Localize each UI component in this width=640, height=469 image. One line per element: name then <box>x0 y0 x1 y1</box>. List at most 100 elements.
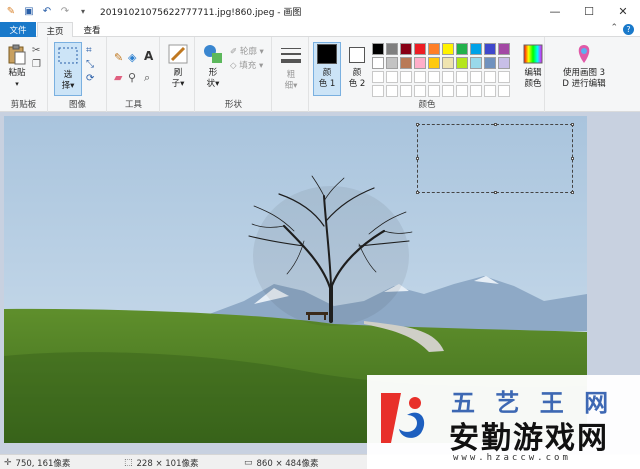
palette-color-swatch[interactable] <box>442 71 454 83</box>
color2-button[interactable]: 颜 色 2 <box>344 47 370 90</box>
palette-color-swatch[interactable] <box>372 85 384 97</box>
image-size: ▭ 860 × 484像素 <box>244 455 319 469</box>
palette-color-swatch[interactable] <box>372 57 384 69</box>
rotate-icon[interactable]: ⟳ <box>86 73 98 85</box>
palette-color-swatch[interactable] <box>428 43 440 55</box>
palette-color-swatch[interactable] <box>428 71 440 83</box>
color1-button[interactable]: 颜 色 1 <box>314 44 340 90</box>
palette-color-swatch[interactable] <box>386 57 398 69</box>
edit-colors-button[interactable]: 编辑 颜色 <box>520 43 546 90</box>
shapes-label-2: 状 <box>206 79 216 89</box>
selection-handle-bl[interactable] <box>416 191 419 194</box>
palette-color-swatch[interactable] <box>400 71 412 83</box>
palette-color-swatch[interactable] <box>470 57 482 69</box>
minimize-button[interactable]: — <box>538 0 572 22</box>
close-button[interactable]: ✕ <box>606 0 640 22</box>
palette-color-swatch[interactable] <box>498 57 510 69</box>
size-button[interactable]: 粗 细▾ <box>277 45 305 92</box>
palette-color-swatch[interactable] <box>470 43 482 55</box>
fill-bucket-icon[interactable]: ◈ <box>128 51 140 64</box>
palette-color-swatch[interactable] <box>428 85 440 97</box>
palette-color-swatch[interactable] <box>414 85 426 97</box>
redo-icon[interactable]: ↷ <box>58 4 72 18</box>
selection-handle-b[interactable] <box>494 191 497 194</box>
save-icon[interactable]: ▣ <box>22 4 36 18</box>
outline-button[interactable]: ✐ 轮廓 ▾ <box>230 45 264 57</box>
select-button[interactable]: 选 择▾ <box>55 45 81 92</box>
selection-size-icon: ⬚ <box>124 457 133 468</box>
select-label-2: 择 <box>61 81 71 91</box>
palette-color-swatch[interactable] <box>414 43 426 55</box>
cut-icon[interactable]: ✂ <box>32 45 44 57</box>
shapes-icon <box>204 45 222 63</box>
palette-color-swatch[interactable] <box>414 57 426 69</box>
palette-color-swatch[interactable] <box>442 85 454 97</box>
paste-icon <box>8 44 26 65</box>
palette-color-swatch[interactable] <box>428 57 440 69</box>
collapse-ribbon-icon[interactable]: ⌃ <box>610 23 618 33</box>
selection-handle-tl[interactable] <box>416 123 419 126</box>
text-tool-icon[interactable]: A <box>144 49 156 63</box>
paste-label: 粘贴 <box>8 68 26 78</box>
select-rectangle-icon <box>58 47 78 64</box>
copy-icon[interactable]: ❐ <box>32 59 44 71</box>
palette-color-swatch[interactable] <box>442 57 454 69</box>
palette-color-swatch[interactable] <box>386 71 398 83</box>
selection-handle-tr[interactable] <box>571 123 574 126</box>
select-label-1: 选 <box>63 70 73 80</box>
magnifier-icon[interactable]: ⌕ <box>144 71 156 84</box>
selection-handle-r[interactable] <box>571 157 574 160</box>
clipboard-group-label: 剪贴板 <box>10 100 37 110</box>
color-picker-icon[interactable]: ⚲ <box>128 71 140 84</box>
palette-color-swatch[interactable] <box>386 85 398 97</box>
palette-color-swatch[interactable] <box>400 85 412 97</box>
selection-rectangle[interactable] <box>416 123 574 194</box>
palette-color-swatch[interactable] <box>456 43 468 55</box>
edit-with-paint3d-button[interactable]: 使用画图 3 D 进行编辑 <box>554 43 614 90</box>
pencil-icon[interactable]: ✎ <box>114 51 126 64</box>
crop-icon[interactable]: ⌗ <box>86 45 98 57</box>
help-icon[interactable]: ? <box>623 24 634 35</box>
palette-color-swatch[interactable] <box>414 71 426 83</box>
selection-handle-l[interactable] <box>416 157 419 160</box>
colors-group: 颜 色 1 颜 色 2 编辑 颜色 颜色 <box>310 37 545 112</box>
palette-color-swatch[interactable] <box>498 85 510 97</box>
paint-app-icon[interactable]: ✎ <box>4 4 18 18</box>
palette-color-swatch[interactable] <box>456 57 468 69</box>
palette-color-swatch[interactable] <box>456 71 468 83</box>
cursor-position: ✛ 750, 161像素 <box>4 455 70 469</box>
color2-label-1: 颜 <box>352 68 362 78</box>
palette-color-swatch[interactable] <box>400 57 412 69</box>
palette-color-swatch[interactable] <box>484 43 496 55</box>
shapes-button[interactable]: 形 状▾ <box>200 43 226 90</box>
tab-home[interactable]: 主页 <box>37 22 73 38</box>
palette-color-swatch[interactable] <box>456 85 468 97</box>
palette-color-swatch[interactable] <box>372 71 384 83</box>
tab-view[interactable]: 查看 <box>76 22 108 38</box>
palette-color-swatch[interactable] <box>498 43 510 55</box>
eraser-icon[interactable]: ▰ <box>114 71 126 84</box>
paste-button[interactable]: 粘贴 ▾ <box>4 43 30 90</box>
palette-color-swatch[interactable] <box>498 71 510 83</box>
palette-color-swatch[interactable] <box>372 43 384 55</box>
palette-color-swatch[interactable] <box>400 43 412 55</box>
watermark-overlay: 五 艺 王 网 安勤游戏网 www.hzaccw.com <box>367 375 640 469</box>
palette-color-swatch[interactable] <box>470 71 482 83</box>
selection-handle-br[interactable] <box>571 191 574 194</box>
fill-button[interactable]: ◇ 填充 ▾ <box>230 59 263 71</box>
customize-qat-icon[interactable]: ▾ <box>76 4 90 18</box>
palette-color-swatch[interactable] <box>442 43 454 55</box>
undo-icon[interactable]: ↶ <box>40 4 54 18</box>
image-group: 选 择▾ ⌗ ⤡ ⟳ 图像 <box>49 37 107 112</box>
tools-group: ✎ ◈ A ▰ ⚲ ⌕ 工具 <box>108 37 160 112</box>
palette-color-swatch[interactable] <box>470 85 482 97</box>
tab-file[interactable]: 文件 <box>0 22 36 37</box>
palette-color-swatch[interactable] <box>484 71 496 83</box>
palette-color-swatch[interactable] <box>484 85 496 97</box>
palette-color-swatch[interactable] <box>484 57 496 69</box>
palette-color-swatch[interactable] <box>386 43 398 55</box>
selection-handle-t[interactable] <box>494 123 497 126</box>
brushes-button[interactable]: 刷 子▾ <box>165 43 191 90</box>
resize-icon[interactable]: ⤡ <box>86 59 98 71</box>
maximize-button[interactable]: ☐ <box>572 0 606 22</box>
